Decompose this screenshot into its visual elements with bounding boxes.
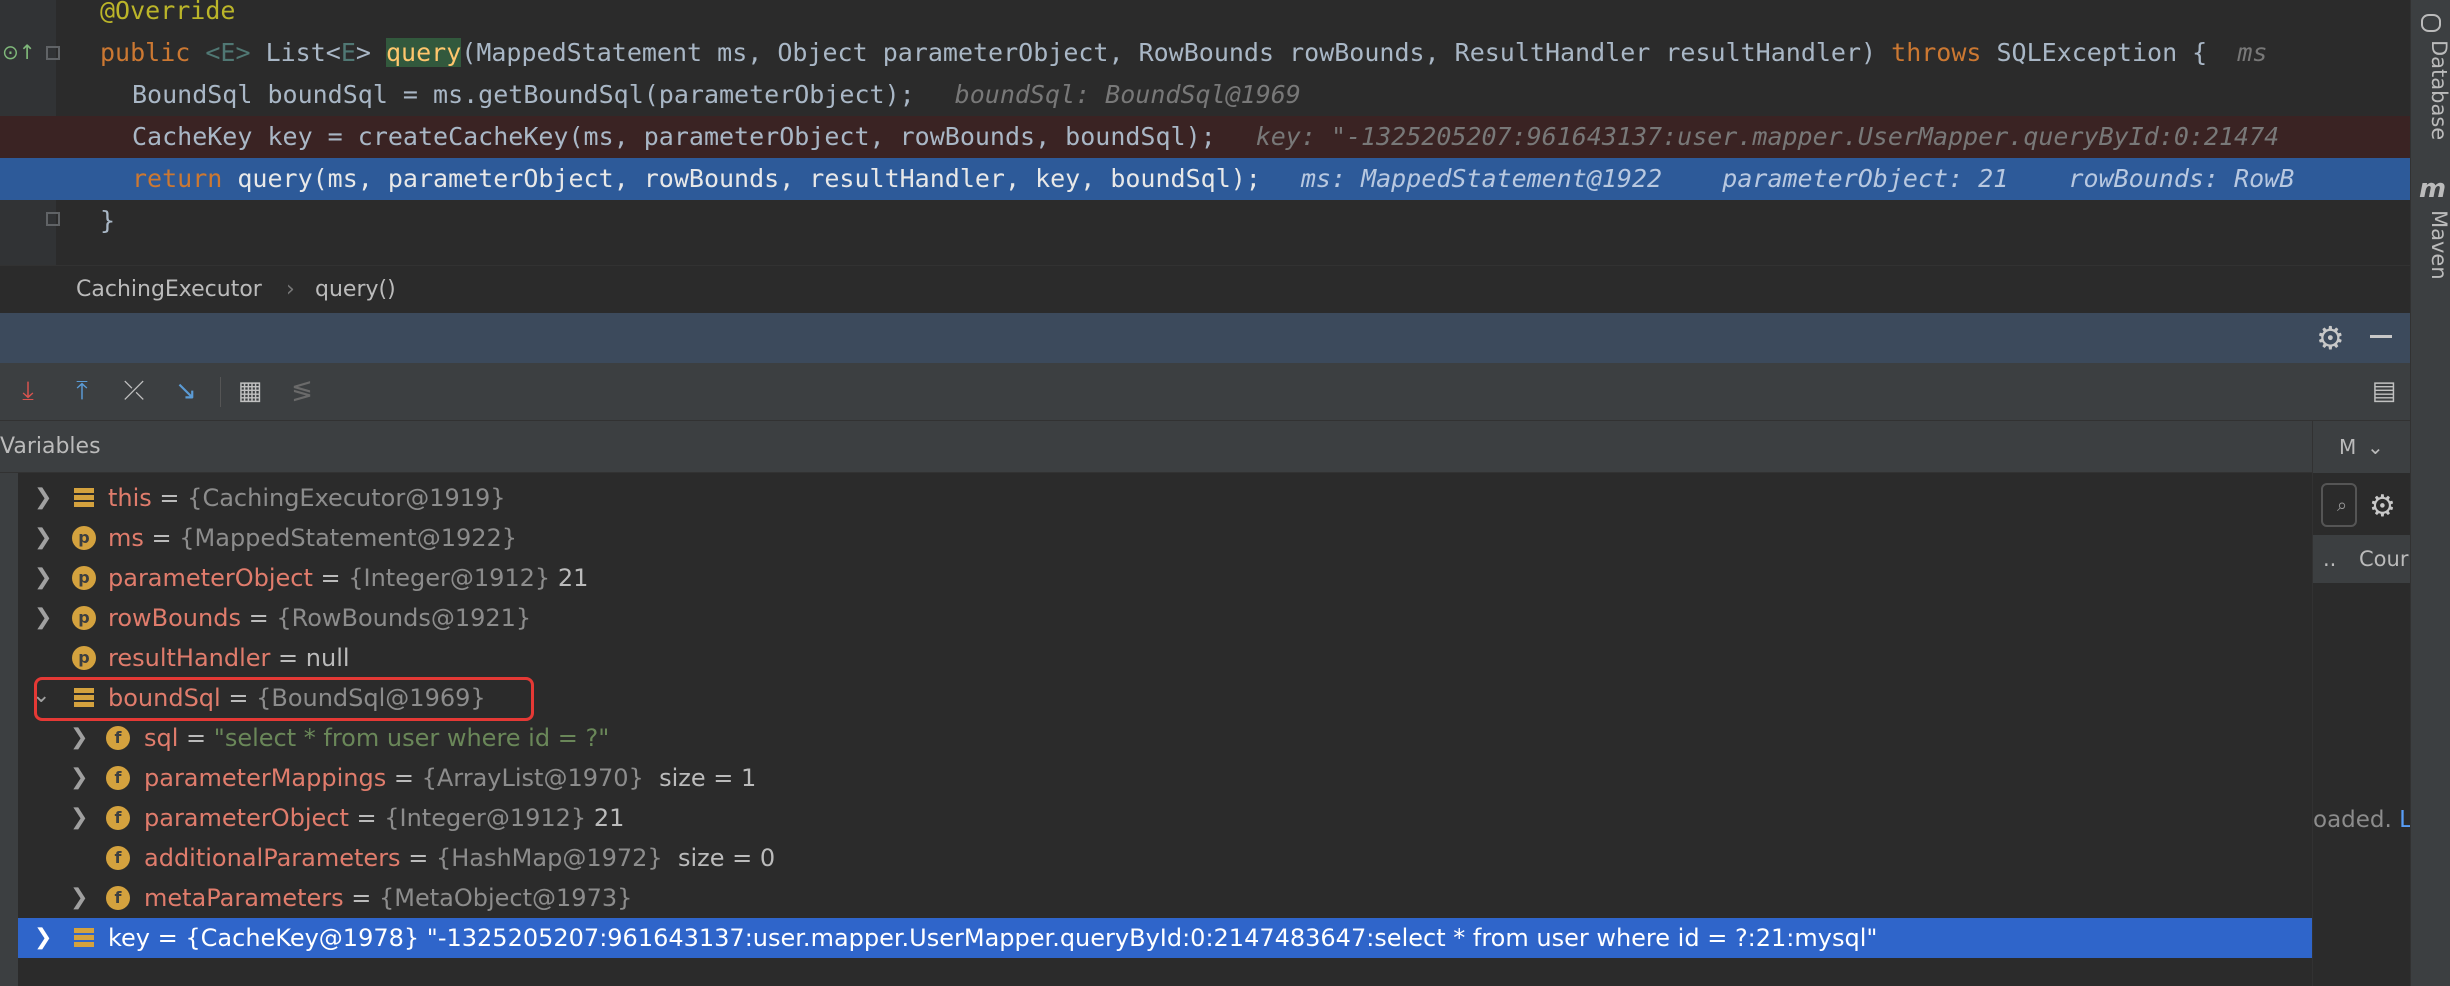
variable-row[interactable]: p resultHandler = null — [18, 638, 2312, 678]
object-icon — [72, 486, 96, 510]
parameter-icon: p — [72, 646, 96, 670]
debug-toolbar: ⤓ ⤒ ⤫ ↘ ▦ ≶ ▤ — [0, 363, 2410, 421]
gear-icon[interactable]: ⚙ — [2316, 319, 2345, 357]
keyword: return — [132, 164, 238, 193]
side-panel-tab[interactable]: M ⌄ — [2313, 421, 2411, 473]
annotation-highlight-box — [34, 677, 534, 721]
gear-icon[interactable]: ⚙ — [2369, 489, 2396, 524]
parameter-icon: p — [72, 566, 96, 590]
field-icon: f — [106, 886, 130, 910]
object-icon — [72, 926, 96, 950]
field-icon: f — [106, 806, 130, 830]
run-to-cursor-icon[interactable]: ↘ — [168, 373, 204, 409]
code: query(ms, parameterObject, rowBounds, re… — [237, 164, 1261, 193]
tab-maven[interactable]: Maven — [2411, 210, 2450, 280]
layout-settings-icon[interactable]: ▤ — [2366, 373, 2402, 409]
execution-line[interactable]: return query(ms, parameterObject, rowBou… — [0, 158, 2410, 200]
maven-icon[interactable]: m — [2419, 174, 2446, 204]
tab-database[interactable]: Database — [2411, 40, 2450, 140]
code: BoundSql boundSql = ms.getBoundSql(param… — [132, 80, 915, 109]
generic: <E> — [205, 38, 251, 67]
breadcrumb-class[interactable]: CachingExecutor — [76, 266, 262, 314]
side-panel-status: oaded. L — [2313, 807, 2412, 833]
breadcrumb-method[interactable]: query() — [315, 266, 396, 314]
drop-frame-icon[interactable]: ⤫ — [116, 373, 152, 409]
method-name: query — [386, 38, 462, 67]
keyword: public — [100, 38, 206, 67]
right-tool-strip: Database m Maven — [2410, 0, 2450, 986]
step-into-icon[interactable]: ⤓ — [10, 373, 46, 409]
variable-row[interactable]: ❯ this = {CachingExecutor@1919} — [18, 478, 2312, 518]
code-line[interactable]: @Override — [0, 0, 2410, 32]
generic: E — [340, 38, 356, 67]
search-icon: ⌕ — [2337, 495, 2348, 516]
return-type: List< — [250, 38, 341, 67]
variable-row[interactable]: f ❯ sql = "select * from user where id =… — [18, 718, 2312, 758]
variables-title: Variables — [0, 434, 101, 459]
variable-row[interactable]: ❯ p rowBounds = {RowBounds@1921} — [18, 598, 2312, 638]
variable-row[interactable]: ❯ f parameterObject = {Integer@1912} 21 — [18, 798, 2312, 838]
breakpoint-line[interactable]: CacheKey key = createCacheKey(ms, parame… — [0, 116, 2410, 158]
code-line[interactable]: } — [0, 200, 2410, 242]
debug-tool-window-header: ⚙ — [0, 313, 2410, 363]
evaluate-expression-icon[interactable]: ▦ — [232, 373, 268, 409]
database-icon[interactable] — [2421, 14, 2441, 32]
variable-row[interactable]: ❯ p parameterObject = {Integer@1912} 21 — [18, 558, 2312, 598]
parameter-icon: p — [72, 606, 96, 630]
throws-clause: SQLException { — [1981, 38, 2238, 67]
variable-row[interactable]: f additionalParameters = {HashMap@1972} … — [18, 838, 2312, 878]
variable-row[interactable]: ❯ p ms = {MappedStatement@1922} — [18, 518, 2312, 558]
breadcrumb: CachingExecutor › query() — [0, 265, 2410, 313]
return-type-close: > — [355, 38, 386, 67]
parameter-icon: p — [72, 526, 96, 550]
trace-stream-icon[interactable]: ≶ — [284, 373, 320, 409]
chevron-down-icon[interactable]: ⌄ — [2367, 421, 2384, 473]
expand-arrow-icon[interactable]: ❯ — [34, 598, 52, 638]
expand-arrow-icon[interactable]: ❯ — [34, 558, 52, 598]
code: CacheKey key = createCacheKey(ms, parame… — [132, 122, 1216, 151]
code-line[interactable]: BoundSql boundSql = ms.getBoundSql(param… — [0, 74, 2410, 116]
inline-hint: ms — [2237, 38, 2268, 67]
memory-side-panel: M ⌄ ⌕ ⚙ .. Cour oaded. L — [2312, 421, 2412, 986]
expand-arrow-icon[interactable]: ❯ — [70, 878, 88, 918]
annotation: @Override — [100, 0, 236, 25]
expand-arrow-icon[interactable]: ❯ — [34, 478, 52, 518]
expand-arrow-icon[interactable]: ❯ — [34, 518, 52, 558]
inline-hint: ms: MappedStatement@1922 parameterObject… — [1300, 164, 2295, 193]
variable-row[interactable]: ❯ f metaParameters = {MetaObject@1973} — [18, 878, 2312, 918]
step-out-icon[interactable]: ⤒ — [64, 373, 100, 409]
variables-tree[interactable]: ❯ this = {CachingExecutor@1919} ❯ p ms =… — [18, 473, 2312, 986]
expand-arrow-icon[interactable]: ❯ — [70, 758, 88, 798]
keyword: throws — [1891, 38, 1982, 67]
parameters: (MappedStatement ms, Object parameterObj… — [461, 38, 1892, 67]
side-panel-column-header[interactable]: .. Cour — [2313, 535, 2411, 583]
inline-hint: boundSql: BoundSql@1969 — [954, 80, 1301, 109]
code: } — [100, 206, 116, 235]
inline-hint: key: "-1325205207:961643137:user.mapper.… — [1255, 122, 2280, 151]
frames-collapsed-strip[interactable] — [0, 473, 18, 986]
variables-header: Variables — [0, 421, 2312, 473]
code-line[interactable]: public <E> List<E> query(MappedStatement… — [0, 32, 2410, 74]
code-editor[interactable]: ⊙↑ @Override public <E> List<E> query(Ma… — [0, 0, 2410, 265]
field-icon: f — [106, 726, 130, 750]
expand-arrow-icon[interactable]: ❯ — [70, 798, 88, 838]
variable-row-selected[interactable]: ❯ key = {CacheKey@1978} "-1325205207:961… — [18, 918, 2312, 958]
variable-row[interactable]: ❯ f parameterMappings = {ArrayList@1970}… — [18, 758, 2312, 798]
field-icon: f — [106, 766, 130, 790]
field-icon: f — [106, 846, 130, 870]
minimize-icon[interactable] — [2370, 335, 2392, 338]
search-field[interactable]: ⌕ — [2321, 483, 2357, 527]
expand-arrow-icon[interactable]: ❯ — [70, 718, 88, 758]
breadcrumb-separator: › — [286, 277, 295, 302]
expand-arrow-icon[interactable]: ❯ — [34, 918, 52, 958]
